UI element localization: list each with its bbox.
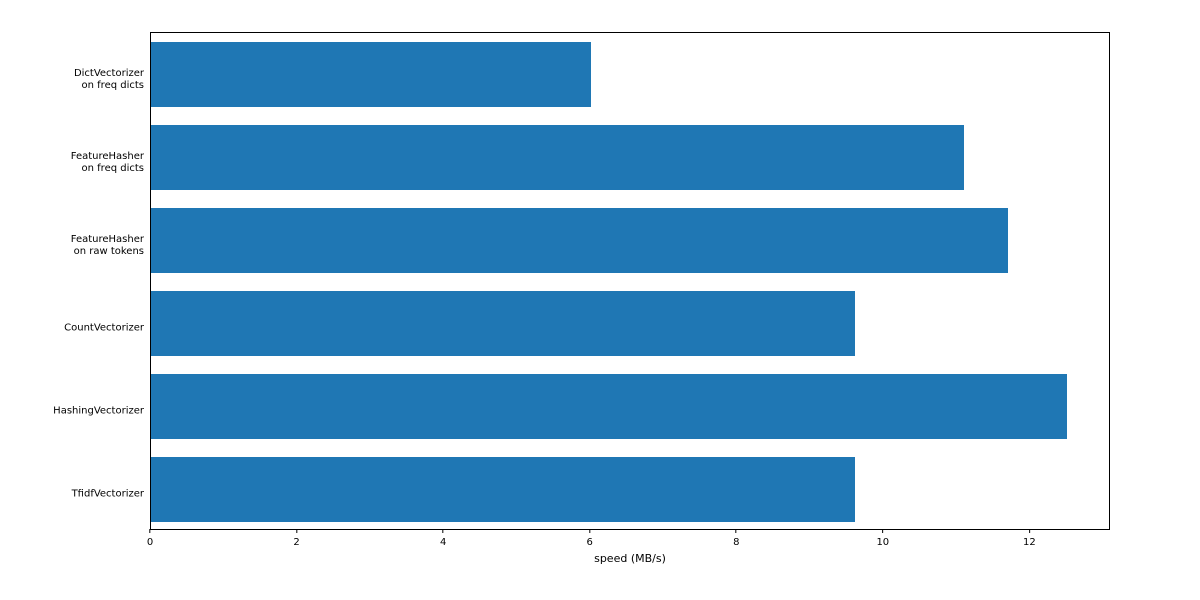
ytick-label: CountVectorizer bbox=[0, 311, 144, 334]
xtick-text: 0 bbox=[147, 537, 153, 548]
xtick-label: 2 bbox=[293, 531, 299, 548]
ytick-label: FeatureHasher on raw tokens bbox=[0, 222, 144, 257]
xtick-text: 10 bbox=[876, 537, 889, 548]
xtick-label: 6 bbox=[587, 531, 593, 548]
xtick-text: 4 bbox=[440, 537, 446, 548]
x-axis-label: speed (MB/s) bbox=[150, 552, 1110, 565]
bar-tfidfvectorizer bbox=[151, 457, 855, 522]
ytick-text: FeatureHasher on raw tokens bbox=[71, 234, 144, 257]
xtick-text: 8 bbox=[733, 537, 739, 548]
xtick-text: 2 bbox=[293, 537, 299, 548]
xtick-label: 10 bbox=[876, 531, 889, 548]
ytick-text: HashingVectorizer bbox=[53, 406, 144, 417]
ytick-text: TfidfVectorizer bbox=[72, 489, 144, 500]
ytick-label: TfidfVectorizer bbox=[0, 477, 144, 500]
xtick-text: 12 bbox=[1023, 537, 1036, 548]
bar-featurehasher-freq bbox=[151, 125, 964, 190]
chart-bars bbox=[151, 33, 1109, 529]
ytick-label: HashingVectorizer bbox=[0, 394, 144, 417]
xtick-label: 8 bbox=[733, 531, 739, 548]
ytick-text: CountVectorizer bbox=[64, 323, 144, 334]
bar-dictvectorizer bbox=[151, 42, 591, 107]
bar-countvectorizer bbox=[151, 291, 855, 356]
xtick-label: 4 bbox=[440, 531, 446, 548]
chart-figure: DictVectorizer on freq dicts FeatureHash… bbox=[0, 0, 1200, 600]
ytick-text: FeatureHasher on freq dicts bbox=[71, 151, 144, 174]
ytick-label: DictVectorizer on freq dicts bbox=[0, 56, 144, 91]
chart-axes bbox=[150, 32, 1110, 530]
xtick-label: 12 bbox=[1023, 531, 1036, 548]
bar-hashingvectorizer bbox=[151, 374, 1067, 439]
xtick-text: 6 bbox=[587, 537, 593, 548]
xtick-label: 0 bbox=[147, 531, 153, 548]
ytick-label: FeatureHasher on freq dicts bbox=[0, 139, 144, 174]
bar-featurehasher-raw bbox=[151, 208, 1008, 273]
ytick-text: DictVectorizer on freq dicts bbox=[74, 68, 144, 91]
